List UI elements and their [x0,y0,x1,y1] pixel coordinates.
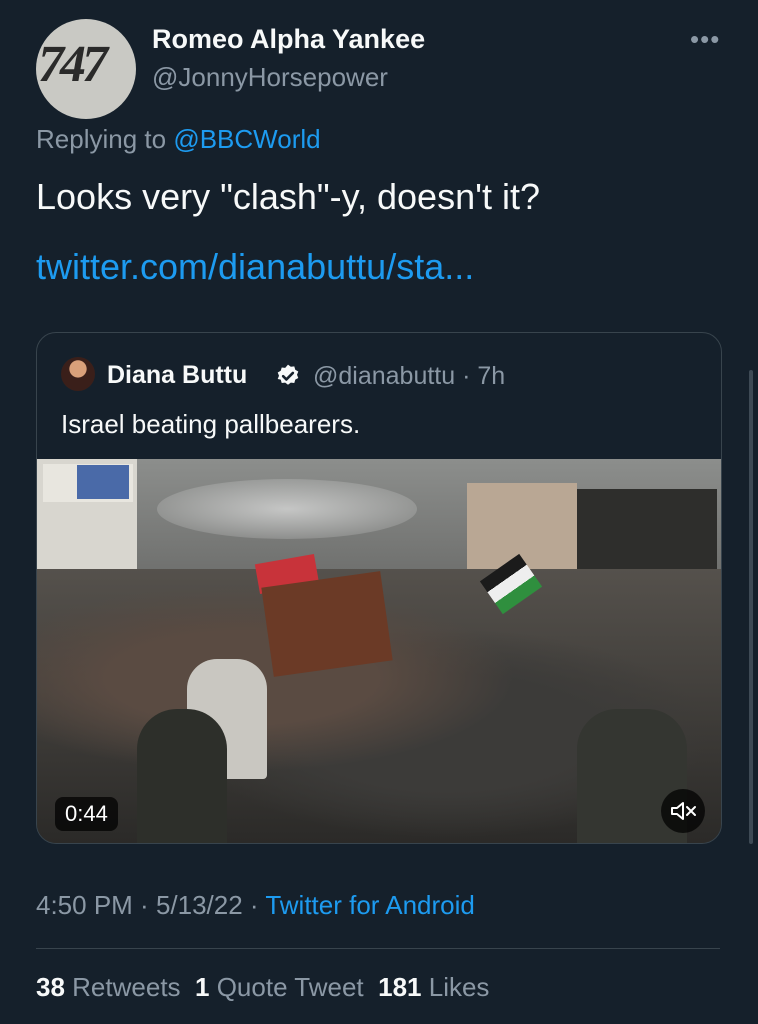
likes-count: 181 [378,972,422,1002]
quote-tweets-count: 1 [195,972,210,1002]
video-scene-sign-logo [77,465,129,499]
tweet-meta: 4:50 PM · 5/13/22 · Twitter for Android [36,890,475,920]
retweets-count: 38 [36,972,65,1002]
quoted-tweet-card[interactable]: Diana Buttu @dianabuttu · 7h Israel beat… [36,332,722,844]
retweets-label: Retweets [72,972,181,1002]
avatar-text: 747 [38,36,108,93]
tweet-time[interactable]: 4:50 PM [36,890,133,920]
tweet-link[interactable]: twitter.com/dianabuttu/sta... [36,246,474,288]
quote-tweets-label: Quote Tweet [216,972,364,1002]
speaker-muted-icon [671,802,696,820]
likes-stat[interactable]: 181 Likes [378,972,489,1002]
author-handle[interactable]: @JonnyHorsepower [152,62,388,93]
video-scene-officer [137,709,227,843]
divider [36,948,720,949]
quoted-author-name[interactable]: Diana Buttu [107,361,247,390]
video-scene-light [157,479,417,539]
quoted-tweet-text: Israel beating pallbearers. [61,409,361,439]
tweet-text: Looks very "clash"-y, doesn't it? [36,176,540,217]
video-scene-coffin [261,571,393,677]
tweet-source[interactable]: Twitter for Android [265,890,475,920]
scrollbar[interactable] [749,370,753,844]
quote-tweets-stat[interactable]: 1 Quote Tweet [195,972,364,1002]
replying-to-line: Replying to @BBCWorld [36,124,321,155]
replying-prefix: Replying to [36,124,174,154]
tweet-date[interactable]: 5/13/22 [156,890,243,920]
tweet-stats: 38 Retweets 1 Quote Tweet 181 Likes [36,972,489,1003]
retweets-stat[interactable]: 38 Retweets [36,972,181,1002]
replying-to-mention[interactable]: @BBCWorld [173,124,320,154]
mute-toggle-button[interactable] [661,789,705,833]
quoted-handle-time[interactable]: @dianabuttu · 7h [313,362,505,391]
likes-label: Likes [428,972,490,1002]
video-duration-badge: 0:44 [55,797,118,831]
video-player[interactable]: 0:44 [37,459,721,843]
verified-badge-icon [277,364,299,385]
more-options-icon[interactable]: ••• [690,24,720,55]
author-avatar[interactable]: 747 [36,19,136,119]
quoted-author-avatar[interactable] [61,357,95,391]
author-display-name[interactable]: Romeo Alpha Yankee [152,24,425,55]
